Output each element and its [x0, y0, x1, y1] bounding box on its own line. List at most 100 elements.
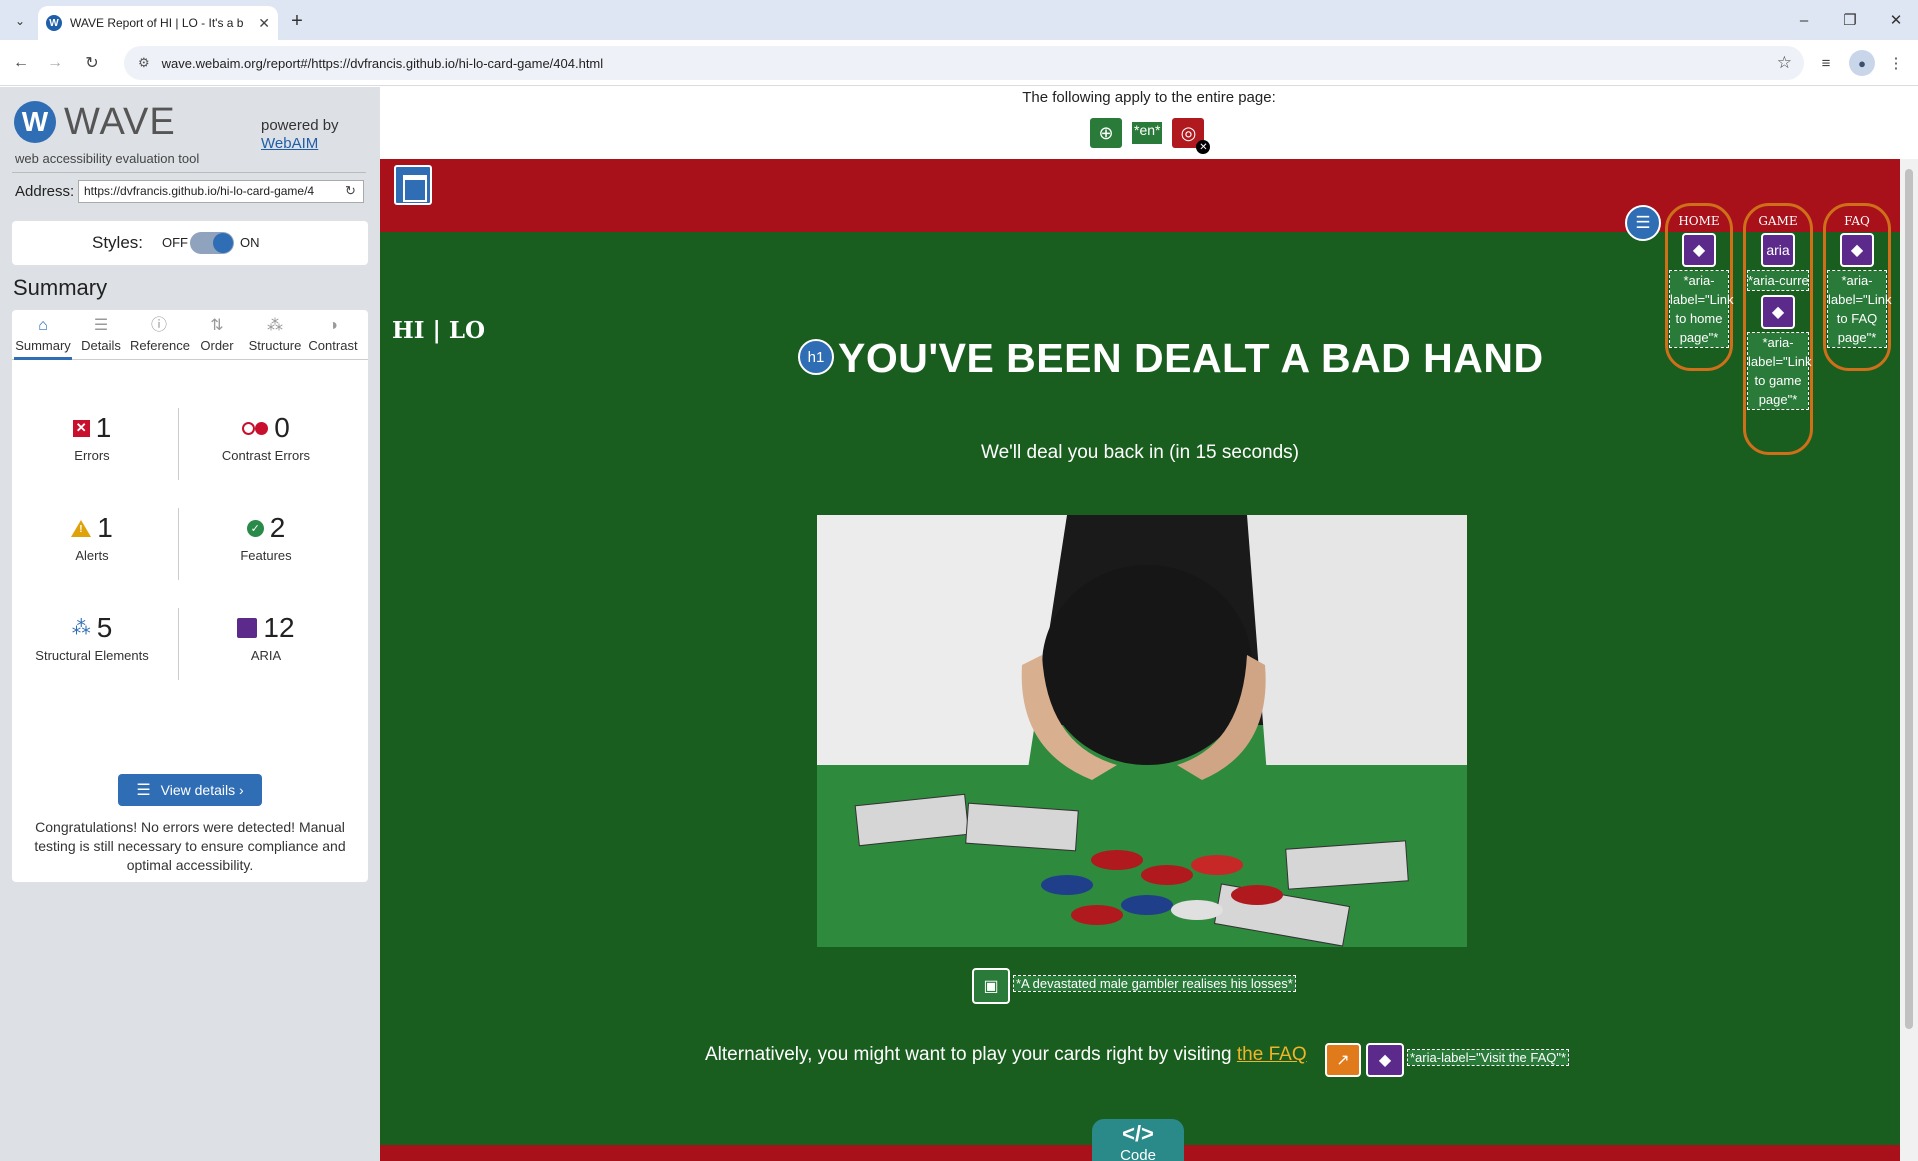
- aria-current-text: *aria-current="pa: [1747, 270, 1809, 291]
- tab-structure[interactable]: ⁂ Structure: [246, 310, 304, 360]
- errors-count: 1: [95, 412, 112, 443]
- contrast-icon: ◑: [328, 317, 338, 334]
- nav-game-label: GAME: [1758, 214, 1798, 228]
- view-details-button[interactable]: ☰ View details ›: [118, 774, 262, 806]
- code-toggle-button[interactable]: </> Code: [1092, 1119, 1184, 1161]
- tab-search-icon[interactable]: ⌄: [8, 9, 32, 33]
- profile-avatar-icon[interactable]: ●: [1849, 50, 1875, 76]
- restore-icon[interactable]: ❐: [1827, 6, 1873, 34]
- alerts-stat[interactable]: ! 1 Alerts: [12, 512, 172, 563]
- browser-toolbar: ← → ↻ ⚙ wave.webaim.org/report#/https://…: [0, 40, 1918, 86]
- tab-order[interactable]: ⇅ Order: [188, 310, 246, 360]
- congrats-message: Congratulations! No errors were detected…: [34, 819, 346, 873]
- browser-tabbar: ⌄ W WAVE Report of HI | LO - It's a b ✕ …: [0, 0, 1918, 40]
- errors-stat[interactable]: ✕ 1 Errors: [12, 412, 172, 463]
- aria-label-text: *aria-label="Link to FAQ page"*: [1827, 270, 1892, 348]
- summary-heading: Summary: [13, 275, 108, 300]
- faq-sentence-text: Alternatively, you might want to play yo…: [705, 1044, 1237, 1065]
- aria-tag-icon[interactable]: ◆: [1840, 233, 1874, 267]
- report-scrollbar[interactable]: [1900, 159, 1918, 1161]
- faq-aria-label-text: *aria-label="Visit the FAQ"*: [1406, 1049, 1570, 1066]
- features-count: 2: [269, 512, 286, 543]
- toggle-knob: [213, 233, 233, 253]
- aria-tag-icon[interactable]: ◆: [1682, 233, 1716, 267]
- menu-kebab-icon[interactable]: ⋮: [1883, 50, 1909, 76]
- tab-label: Contrast: [308, 338, 358, 353]
- tab-label: Reference: [130, 338, 190, 353]
- info-icon: ⓘ: [150, 317, 167, 334]
- image-alt-text: *A devastated male gambler realises his …: [1013, 975, 1296, 992]
- nav-item-faq[interactable]: FAQ ◆ *aria-label="Link to FAQ page"*: [1823, 203, 1892, 371]
- address-bar[interactable]: ⚙ wave.webaim.org/report#/https://dvfran…: [124, 46, 1804, 80]
- aria-icon[interactable]: aria: [1761, 233, 1795, 267]
- site-info-icon[interactable]: ⚙: [138, 55, 150, 71]
- code-label: Code: [1120, 1147, 1156, 1161]
- tab-reference[interactable]: ⓘ Reference: [130, 310, 190, 360]
- faq-link[interactable]: the FAQ: [1237, 1044, 1307, 1065]
- wave-favicon-icon: W: [46, 15, 62, 31]
- tab-label: Summary: [15, 338, 71, 353]
- styles-label: Styles:: [92, 233, 144, 252]
- bookmark-star-icon[interactable]: ☆: [1777, 53, 1792, 73]
- scrollbar-thumb[interactable]: [1905, 169, 1913, 1029]
- webaim-link[interactable]: WebAIM: [261, 135, 318, 152]
- page-subheading: We'll deal you back in (in 15 seconds): [981, 442, 1299, 463]
- stat-divider: [178, 608, 179, 680]
- aria-count: 12: [263, 612, 295, 643]
- stat-divider: [178, 508, 179, 580]
- redundant-link-alert-icon[interactable]: ↗: [1325, 1043, 1361, 1077]
- media-controls-icon[interactable]: ≡: [1813, 50, 1839, 76]
- tab-close-icon[interactable]: ✕: [258, 15, 270, 32]
- address-refresh-icon[interactable]: ↻: [345, 183, 356, 199]
- panel-tabs: ⌂ Summary ☰ Details ⓘ Reference ⇅ Order …: [12, 310, 368, 360]
- tab-contrast[interactable]: ◑ Contrast: [304, 310, 362, 360]
- contrast-errors-label: Contrast Errors: [221, 448, 311, 463]
- structural-label: Structural Elements: [35, 648, 149, 663]
- aria-tag-icon[interactable]: ◆: [1761, 295, 1795, 329]
- minimize-icon[interactable]: –: [1781, 6, 1827, 34]
- styles-toggle-switch[interactable]: [190, 232, 234, 254]
- view-details-label: View details ›: [160, 782, 244, 798]
- nav-item-game[interactable]: GAME aria *aria-current="pa ◆ *aria-labe…: [1743, 203, 1813, 455]
- window-close-icon[interactable]: ✕: [1873, 6, 1918, 34]
- contrast-error-icon: [242, 421, 269, 435]
- reload-icon[interactable]: ↻: [79, 50, 105, 76]
- address-input[interactable]: https://dvfrancis.github.io/hi-lo-card-g…: [78, 180, 364, 203]
- nav-list-icon[interactable]: ☰: [1625, 205, 1661, 241]
- divider: [12, 172, 366, 173]
- features-stat[interactable]: ✓ 2 Features: [186, 512, 346, 563]
- image-alt-icon[interactable]: ▣: [972, 968, 1010, 1004]
- new-tab-icon[interactable]: +: [284, 8, 310, 34]
- address-label: Address:: [15, 183, 75, 200]
- missing-skip-error-icon[interactable]: ◎ ✕: [1172, 118, 1211, 154]
- back-icon[interactable]: ←: [8, 50, 34, 76]
- report-frame: The following apply to the entire page: …: [380, 87, 1918, 1161]
- errors-label: Errors: [74, 448, 110, 463]
- tab-title: WAVE Report of HI | LO - It's a b: [70, 16, 244, 30]
- styles-off-label: OFF: [162, 235, 188, 250]
- alerts-label: Alerts: [75, 548, 109, 563]
- site-brand[interactable]: HI | LO: [392, 317, 485, 344]
- language-globe-icon[interactable]: ⊕: [1090, 118, 1122, 148]
- header-landmark-icon[interactable]: [394, 165, 432, 205]
- forward-icon[interactable]: →: [42, 50, 68, 76]
- order-icon: ⇅: [210, 317, 224, 334]
- aria-stat[interactable]: 12 ARIA: [186, 612, 346, 663]
- aria-tag-icon[interactable]: ◆: [1366, 1043, 1404, 1077]
- error-x-icon: ✕: [1196, 140, 1211, 154]
- contrast-errors-stat[interactable]: 0 Contrast Errors: [186, 412, 346, 463]
- h1-badge-icon[interactable]: h1: [798, 339, 834, 375]
- faq-sentence: Alternatively, you might want to play yo…: [705, 1044, 1307, 1066]
- wave-tagline: web accessibility evaluation tool: [15, 151, 200, 166]
- tab-details[interactable]: ☰ Details: [72, 310, 130, 360]
- aria-label-text: *aria-label="Link to home page"*: [1669, 270, 1734, 348]
- tab-label: Structure: [248, 338, 302, 353]
- browser-tab[interactable]: W WAVE Report of HI | LO - It's a b ✕: [38, 6, 278, 40]
- structure-icon: ⁂: [267, 317, 283, 334]
- alert-icon: !: [71, 519, 92, 537]
- tab-summary[interactable]: ⌂ Summary: [14, 310, 72, 360]
- structural-stat[interactable]: ⁂ 5 Structural Elements: [12, 612, 172, 663]
- summary-panel: ⌂ Summary ☰ Details ⓘ Reference ⇅ Order …: [12, 310, 368, 882]
- nav-item-home[interactable]: HOME ◆ *aria-label="Link to home page"*: [1665, 203, 1734, 371]
- aria-label: ARIA: [250, 648, 282, 663]
